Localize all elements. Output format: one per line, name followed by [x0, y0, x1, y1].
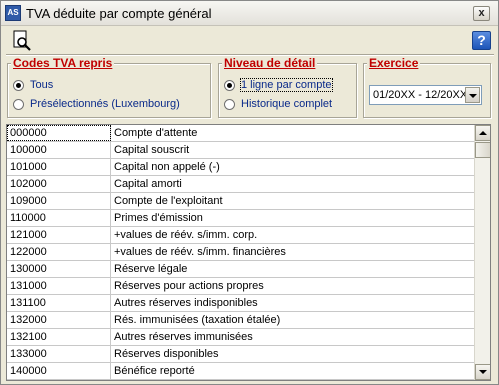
search-preview-icon[interactable] — [12, 30, 34, 52]
codes-tva-option-label: Tous — [30, 79, 54, 91]
account-label: Primes d'émission — [114, 212, 203, 224]
radio-button-selected[interactable] — [13, 79, 24, 91]
account-code: 140000 — [7, 363, 111, 379]
niveau-detail-group: Niveau de détail 1 ligne par compte Hist… — [218, 57, 357, 118]
niveau-option-label: Historique complet — [241, 98, 333, 110]
account-label: Compte d'attente — [114, 127, 198, 139]
table-row[interactable]: 130000 Réserve légale — [7, 261, 475, 278]
toolbar: ? — [2, 27, 497, 56]
codes-tva-option-label: Présélectionnés (Luxembourg) — [30, 98, 180, 110]
table-row[interactable]: 122000 +values de réév. s/imm. financière… — [7, 244, 475, 261]
radio-button[interactable] — [224, 98, 235, 110]
codes-tva-option-preselectionnes[interactable]: Présélectionnés (Luxembourg) — [13, 97, 180, 111]
chevron-down-icon[interactable] — [465, 87, 480, 103]
account-code: 101000 — [7, 159, 111, 175]
exercice-title: Exercice — [367, 56, 421, 70]
table-row[interactable]: 131100 Autres réserves indisponibles — [7, 295, 475, 312]
account-label: Autres réserves immunisées — [114, 331, 253, 343]
account-label: Réserves disponibles — [114, 348, 219, 360]
exercice-select-value: 01/20XX - 12/20XX — [373, 89, 468, 101]
scroll-down-arrow-icon[interactable] — [475, 364, 490, 380]
account-code: 131100 — [7, 295, 111, 311]
account-code: 121000 — [7, 227, 111, 243]
account-code: 132100 — [7, 329, 111, 345]
niveau-option-une-ligne[interactable]: 1 ligne par compte — [224, 78, 333, 92]
radio-button-selected[interactable] — [224, 79, 235, 91]
table-row[interactable]: 100000 Capital souscrit — [7, 142, 475, 159]
account-code: 110000 — [7, 210, 111, 226]
title-bar[interactable]: AS TVA déduite par compte général x — [1, 1, 498, 26]
account-label: +values de réév. s/imm. corp. — [114, 229, 258, 241]
exercice-select[interactable]: 01/20XX - 12/20XX — [369, 85, 482, 105]
table-row[interactable]: 000000 Compte d'attente — [7, 125, 475, 142]
table-row[interactable]: 109000 Compte de l'exploitant — [7, 193, 475, 210]
table-row[interactable]: 133000 Réserves disponibles — [7, 346, 475, 363]
account-code: 122000 — [7, 244, 111, 260]
account-code: 131000 — [7, 278, 111, 294]
table-row[interactable]: 140000 Bénéfice reporté — [7, 363, 475, 380]
table-row[interactable]: 131000 Réserves pour actions propres — [7, 278, 475, 295]
radio-button[interactable] — [13, 98, 24, 110]
codes-tva-option-tous[interactable]: Tous — [13, 78, 53, 92]
account-label: Capital amorti — [114, 178, 182, 190]
account-label: Rés. immunisées (taxation étalée) — [114, 314, 281, 326]
table-row[interactable]: 110000 Primes d'émission — [7, 210, 475, 227]
table-row[interactable]: 102000 Capital amorti — [7, 176, 475, 193]
account-label: Réserves pour actions propres — [114, 280, 264, 292]
help-button[interactable]: ? — [472, 31, 491, 50]
scroll-up-arrow-icon[interactable] — [475, 125, 490, 141]
account-label: Autres réserves indisponibles — [114, 297, 258, 309]
account-label: Capital souscrit — [114, 144, 190, 156]
account-label: +values de réév. s/imm. financières — [114, 246, 286, 258]
account-code: 130000 — [7, 261, 111, 277]
niveau-option-historique[interactable]: Historique complet — [224, 97, 332, 111]
codes-tva-group: Codes TVA repris Tous Présélectionnés (L… — [7, 57, 211, 118]
close-button[interactable]: x — [473, 6, 490, 21]
table-row[interactable]: 121000 +values de réév. s/imm. corp. — [7, 227, 475, 244]
window-title: TVA déduite par compte général — [26, 6, 212, 21]
codes-tva-title: Codes TVA repris — [11, 56, 115, 70]
vertical-scrollbar[interactable] — [474, 125, 490, 380]
account-code: 000000 — [7, 125, 111, 141]
account-rows: 000000 Compte d'attente 100000 Capital sous… — [7, 125, 475, 380]
main-window: AS TVA déduite par compte général x ? Co… — [0, 0, 499, 385]
account-label: Bénéfice reporté — [114, 365, 195, 377]
niveau-detail-title: Niveau de détail — [222, 56, 318, 70]
account-code: 109000 — [7, 193, 111, 209]
table-row[interactable]: 132000 Rés. immunisées (taxation étalée) — [7, 312, 475, 329]
scrollbar-thumb[interactable] — [475, 142, 490, 158]
table-row[interactable]: 101000 Capital non appelé (-) — [7, 159, 475, 176]
account-code: 102000 — [7, 176, 111, 192]
account-label: Capital non appelé (-) — [114, 161, 220, 173]
exercice-group: Exercice 01/20XX - 12/20XX — [363, 57, 491, 118]
app-icon: AS — [5, 5, 21, 21]
account-code: 100000 — [7, 142, 111, 158]
table-row[interactable]: 132100 Autres réserves immunisées — [7, 329, 475, 346]
account-code: 133000 — [7, 346, 111, 362]
account-code: 132000 — [7, 312, 111, 328]
account-label: Réserve légale — [114, 263, 188, 275]
account-list[interactable]: 000000 Compte d'attente 100000 Capital sous… — [6, 124, 491, 381]
niveau-option-label: 1 ligne par compte — [240, 78, 333, 92]
account-label: Compte de l'exploitant — [114, 195, 223, 207]
